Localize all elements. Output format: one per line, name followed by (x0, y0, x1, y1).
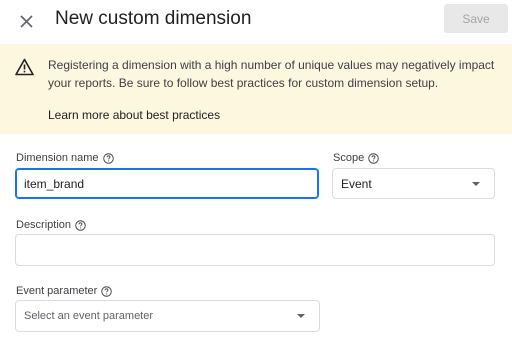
dropdown-arrow-icon (297, 314, 305, 318)
dialog-title: New custom dimension (55, 8, 252, 29)
dimension-name-input[interactable] (15, 168, 319, 199)
warning-message: Registering a dimension with a high numb… (48, 58, 495, 90)
description-input[interactable] (15, 234, 495, 266)
event-parameter-label: Event parameter (16, 284, 113, 298)
dimension-name-label: Dimension name (16, 151, 114, 165)
save-button[interactable]: Save (444, 4, 508, 33)
help-icon[interactable] (101, 285, 113, 297)
dimension-name-label-text: Dimension name (16, 152, 99, 164)
scope-label: Scope (333, 151, 379, 165)
help-icon[interactable] (368, 152, 379, 164)
scope-select[interactable]: Event (332, 168, 495, 199)
warning-banner: Registering a dimension with a high numb… (0, 44, 512, 134)
description-label: Description (16, 218, 86, 232)
dropdown-arrow-icon (472, 182, 480, 186)
learn-more-link[interactable]: Learn more about best practices (48, 107, 220, 123)
warning-icon (15, 58, 34, 76)
help-icon[interactable] (75, 219, 86, 231)
event-parameter-placeholder: Select an event parameter (24, 310, 154, 322)
event-parameter-select[interactable]: Select an event parameter (15, 300, 320, 332)
description-label-text: Description (16, 219, 72, 231)
event-parameter-label-text: Event parameter (16, 285, 98, 297)
dialog-header: New custom dimension Save (0, 0, 512, 44)
scope-label-text: Scope (333, 152, 365, 164)
help-icon[interactable] (102, 152, 114, 164)
scope-selected-value: Event (341, 177, 372, 191)
close-icon (19, 14, 33, 28)
close-button[interactable] (12, 7, 40, 35)
